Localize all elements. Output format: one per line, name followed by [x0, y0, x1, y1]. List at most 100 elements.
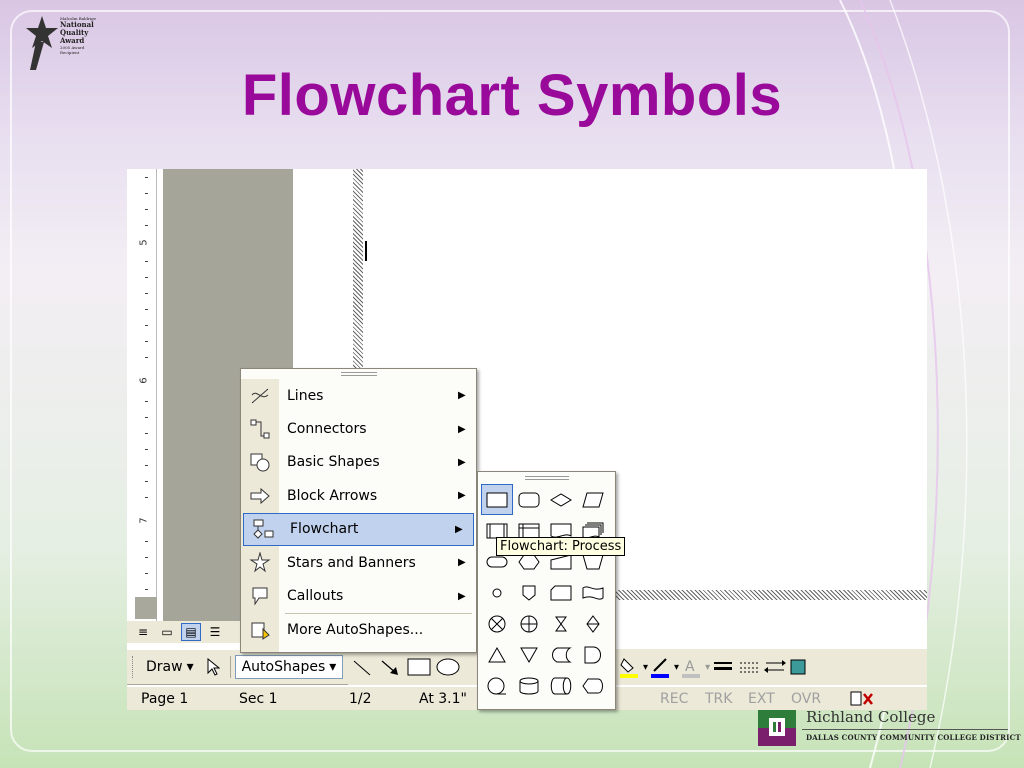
- block-arrows-icon: [241, 485, 279, 507]
- line-style-icon[interactable]: [710, 655, 736, 679]
- flowchart-alternate-process-icon[interactable]: [513, 484, 545, 515]
- status-trk[interactable]: TRK: [705, 691, 732, 707]
- ruler-number-7: 7: [138, 517, 150, 524]
- menu-item-label: Flowchart: [290, 521, 359, 538]
- submenu-arrow-icon: ▶: [458, 390, 466, 402]
- college-district: DALLAS COUNTY COMMUNITY COLLEGE DISTRICT: [806, 733, 1021, 742]
- status-ext[interactable]: EXT: [748, 691, 775, 707]
- submenu-arrow-icon: ▶: [458, 423, 466, 435]
- draw-label: Draw: [146, 659, 183, 675]
- flowchart-merge-icon[interactable]: [513, 639, 545, 670]
- flowchart-process-icon[interactable]: [481, 484, 513, 515]
- menu-item-stars-banners[interactable]: Stars and Banners ▶: [241, 546, 476, 579]
- flowchart-submenu: [477, 471, 616, 710]
- flowchart-collate-icon[interactable]: [545, 608, 577, 639]
- flowchart-card-icon[interactable]: [545, 577, 577, 608]
- flowchart-delay-icon[interactable]: [577, 639, 609, 670]
- submenu-arrow-icon: ▶: [458, 490, 466, 502]
- ruler-number-5: 5: [138, 239, 150, 246]
- submenu-arrow-icon: ▶: [458, 557, 466, 569]
- flowchart-sequential-access-storage-icon[interactable]: [481, 670, 513, 701]
- flowchart-sort-icon[interactable]: [577, 608, 609, 639]
- status-page-of: 1/2: [349, 691, 372, 707]
- autoshapes-button[interactable]: AutoShapes ▾: [234, 655, 344, 679]
- dash-style-icon[interactable]: [736, 655, 762, 679]
- richland-college-logo: Richland College DALLAS COUNTY COMMUNITY…: [758, 708, 1021, 748]
- menu-item-callouts[interactable]: Callouts ▶: [241, 579, 476, 612]
- slide-title: Flowchart Symbols: [241, 63, 783, 128]
- menu-item-lines[interactable]: Lines ▶: [241, 379, 476, 412]
- dropdown-arrow-icon: ▾: [186, 659, 194, 675]
- autoshapes-label: AutoShapes: [241, 659, 326, 675]
- dropdown-arrow-icon: ▾: [329, 659, 337, 675]
- menu-item-label: Basic Shapes: [287, 454, 380, 471]
- flowchart-data-icon[interactable]: [577, 484, 609, 515]
- status-ovr[interactable]: OVR: [791, 691, 821, 707]
- status-at: At 3.1": [419, 691, 467, 707]
- menu-item-label: More AutoShapes...: [287, 622, 424, 639]
- menu-item-label: Stars and Banners: [287, 554, 416, 571]
- flowchart-offpage-connector-icon[interactable]: [513, 577, 545, 608]
- web-layout-view-icon[interactable]: ▭: [157, 623, 177, 641]
- fill-color-icon[interactable]: [617, 655, 643, 679]
- award-line-3: Award: [60, 36, 85, 45]
- line-tool-icon[interactable]: [348, 655, 376, 679]
- menu-item-label: Callouts: [287, 588, 344, 605]
- print-layout-view-icon[interactable]: ▤: [181, 623, 201, 641]
- stars-banners-icon: [241, 551, 279, 574]
- text-cursor: [365, 241, 367, 261]
- shape-tooltip: Flowchart: Process: [496, 537, 626, 556]
- autoshapes-menu: Lines ▶ Connectors ▶ Basic Shapes ▶ Bloc…: [240, 368, 477, 653]
- rectangle-tool-icon[interactable]: [404, 655, 434, 679]
- select-objects-button[interactable]: [200, 655, 226, 679]
- menu-item-more-autoshapes[interactable]: More AutoShapes...: [241, 614, 476, 647]
- frame-border-horizontal[interactable]: [615, 590, 927, 600]
- flowchart-direct-access-storage-icon[interactable]: [545, 670, 577, 701]
- flowchart-summing-junction-icon[interactable]: [481, 608, 513, 639]
- menu-item-label: Lines: [287, 387, 324, 404]
- flowchart-or-icon[interactable]: [513, 608, 545, 639]
- ruler-number-6: 6: [138, 377, 150, 384]
- drawing-toolbar-tools: ▾ ▾ A ▾: [348, 649, 927, 685]
- submenu-arrow-icon: ▶: [458, 456, 466, 468]
- submenu-arrow-icon: ▶: [455, 523, 463, 535]
- flowchart-icon: [244, 518, 282, 540]
- status-rec[interactable]: REC: [660, 691, 688, 707]
- font-color-icon[interactable]: A: [679, 655, 705, 679]
- basic-shapes-icon: [241, 451, 279, 473]
- submenu-drag-handle[interactable]: [478, 472, 615, 484]
- callouts-icon: [241, 585, 279, 607]
- view-buttons: ≡ ▭ ▤ ☰: [127, 621, 247, 643]
- menu-drag-handle[interactable]: [241, 369, 476, 379]
- college-mark-icon: [758, 710, 796, 746]
- arrow-tool-icon[interactable]: [376, 655, 404, 679]
- more-autoshapes-icon: [241, 619, 279, 641]
- menu-item-block-arrows[interactable]: Block Arrows ▶: [241, 479, 476, 512]
- flowchart-magnetic-disk-icon[interactable]: [513, 670, 545, 701]
- submenu-arrow-icon: ▶: [458, 590, 466, 602]
- vertical-ruler[interactable]: 5 6 7: [127, 169, 157, 621]
- arrow-style-icon[interactable]: [762, 655, 788, 679]
- connectors-icon: [241, 418, 279, 440]
- college-name: Richland College: [806, 708, 936, 726]
- normal-view-icon[interactable]: ≡: [133, 623, 153, 641]
- flowchart-extract-icon[interactable]: [481, 639, 513, 670]
- outline-view-icon[interactable]: ☰: [205, 623, 225, 641]
- oval-tool-icon[interactable]: [434, 655, 462, 679]
- flowchart-stored-data-icon[interactable]: [545, 639, 577, 670]
- menu-item-flowchart[interactable]: Flowchart ▶: [243, 512, 474, 546]
- menu-item-connectors[interactable]: Connectors ▶: [241, 412, 476, 445]
- menu-item-basic-shapes[interactable]: Basic Shapes ▶: [241, 446, 476, 479]
- flowchart-display-icon[interactable]: [577, 670, 609, 701]
- flowchart-punched-tape-icon[interactable]: [577, 577, 609, 608]
- svg-text:A: A: [685, 659, 695, 675]
- status-page: Page 1: [141, 691, 189, 707]
- shadow-style-icon[interactable]: [788, 655, 808, 679]
- flowchart-decision-icon[interactable]: [545, 484, 577, 515]
- menu-item-label: Connectors: [287, 421, 367, 438]
- pointer-arrow-icon: [207, 658, 220, 676]
- draw-menu-button[interactable]: Draw ▾: [140, 656, 200, 678]
- flowchart-connector-icon[interactable]: [481, 577, 513, 608]
- line-color-icon[interactable]: [648, 655, 674, 679]
- menu-item-label: Block Arrows: [287, 487, 378, 504]
